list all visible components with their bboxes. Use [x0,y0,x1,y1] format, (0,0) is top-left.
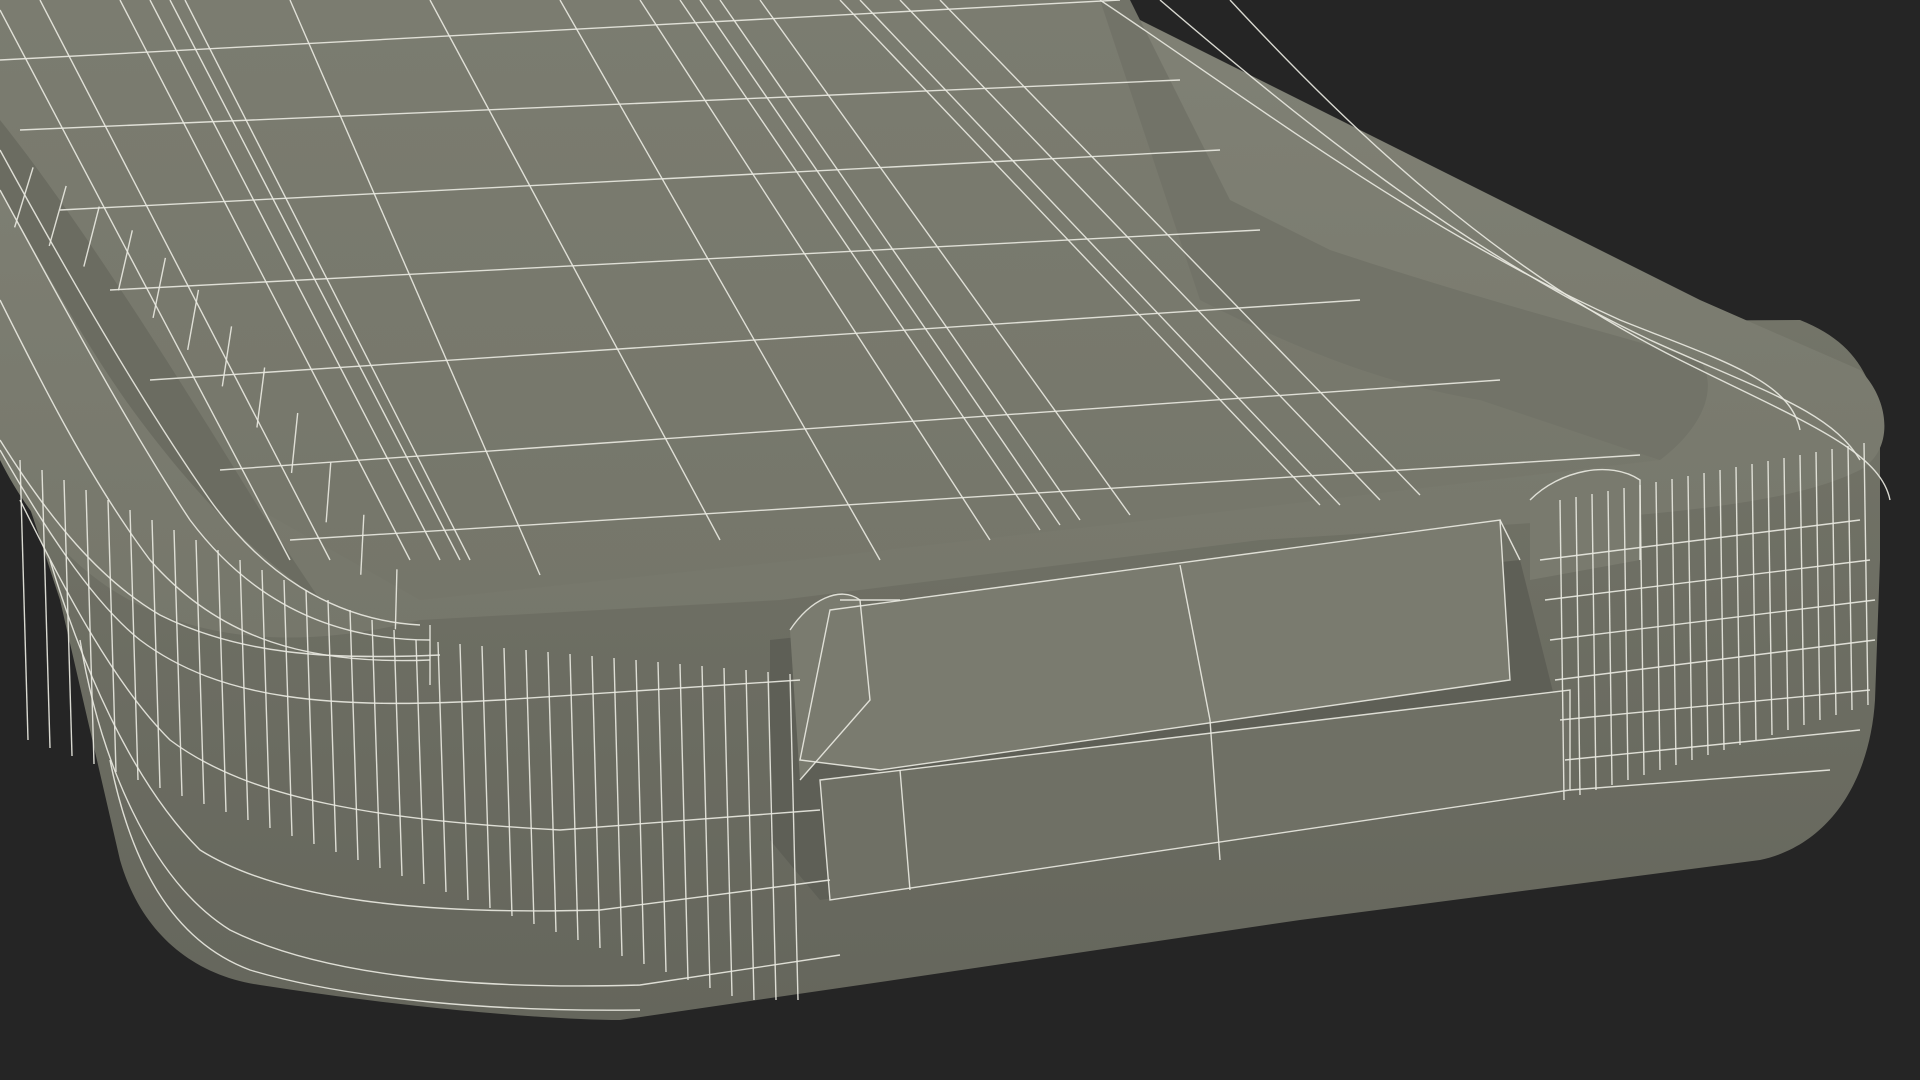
render-viewport [0,0,1920,1080]
